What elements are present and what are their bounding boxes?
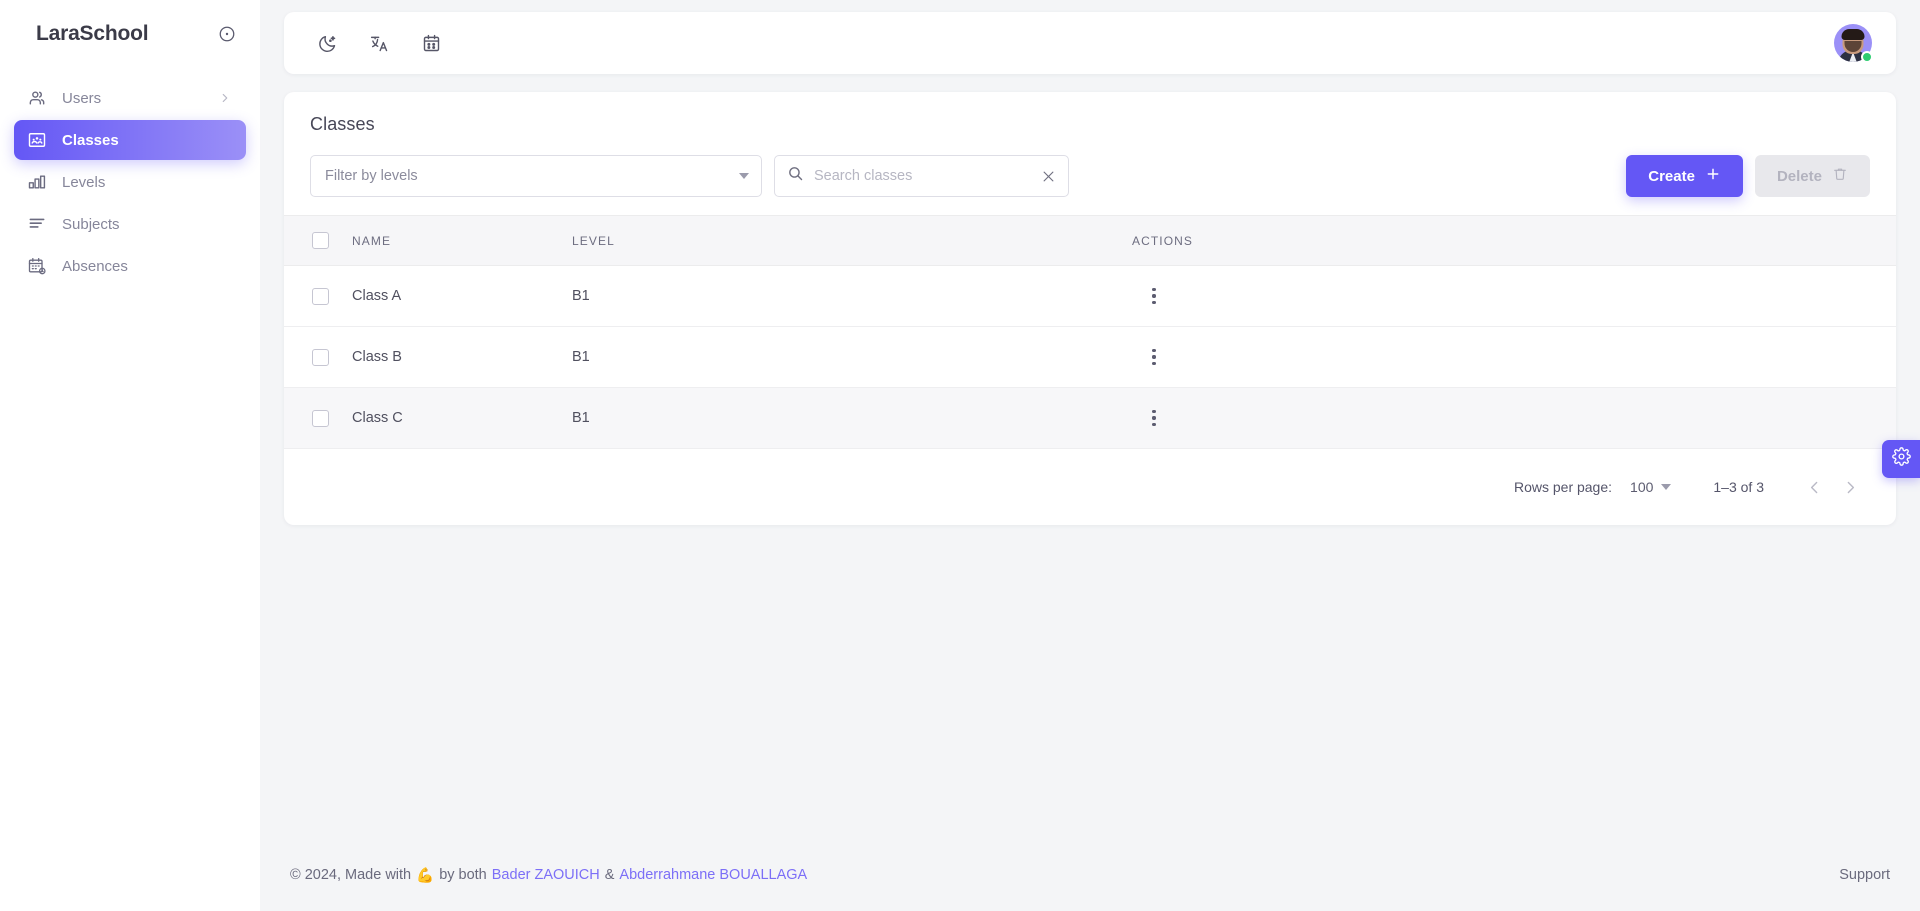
create-button[interactable]: Create: [1626, 155, 1743, 197]
cell-actions: [1132, 326, 1896, 388]
table-toolbar: Filter by levels Search classes Create D…: [284, 135, 1896, 215]
sidebar-item-levels[interactable]: Levels: [14, 162, 246, 202]
table-head: NAME LEVEL ACTIONS: [284, 215, 1896, 266]
cell-level: B1: [572, 326, 1132, 388]
classes-card: Classes Filter by levels Search classes …: [284, 92, 1896, 525]
brand-title: LaraSchool: [36, 22, 149, 45]
plus-icon: [1705, 166, 1721, 186]
select-all-checkbox[interactable]: [312, 232, 329, 249]
cell-name: Class C: [352, 387, 572, 449]
rows-per-page-select[interactable]: 100: [1630, 479, 1672, 495]
chevron-right-icon[interactable]: [1832, 469, 1868, 505]
cell-level: B1: [572, 387, 1132, 449]
footer-separator: &: [604, 867, 615, 883]
filter-by-levels-select[interactable]: Filter by levels: [310, 155, 762, 197]
search-icon: [787, 165, 804, 187]
footer-author-link-1[interactable]: Bader ZAOUICH: [492, 867, 600, 883]
topbar: [284, 12, 1896, 74]
column-header-name: NAME: [352, 215, 572, 266]
search-classes-box[interactable]: [774, 155, 1069, 197]
sidebar-item-label: Users: [62, 89, 102, 107]
calendar-clock-icon: [26, 255, 48, 277]
sidebar-item-label: Levels: [62, 173, 106, 191]
row-select-cell: [284, 265, 352, 327]
status-badge-online: [1861, 51, 1873, 63]
sidebar-item-label: Subjects: [62, 215, 120, 233]
settings-panel-toggle[interactable]: [1882, 440, 1920, 478]
cell-level: B1: [572, 265, 1132, 327]
main-area: Classes Filter by levels Search classes …: [260, 0, 1920, 911]
support-link[interactable]: Support: [1839, 867, 1890, 883]
rows-per-page-value: 100: [1630, 479, 1654, 495]
app-root: LaraSchool Users Classes Levels Subjects…: [0, 0, 1920, 911]
muscle-emoji: 💪: [416, 867, 435, 884]
filter-select-value: Filter by levels: [325, 168, 418, 184]
sidebar-item-subjects[interactable]: Subjects: [14, 204, 246, 244]
gear-icon: [1891, 447, 1911, 471]
footer-prefix: © 2024, Made with: [290, 867, 412, 883]
table-row[interactable]: Class A B1: [284, 265, 1896, 327]
row-select-cell: [284, 326, 352, 388]
row-actions-menu-icon[interactable]: [1142, 406, 1166, 430]
search-input[interactable]: [814, 168, 1031, 184]
row-checkbox[interactable]: [312, 287, 329, 305]
topbar-tools: [312, 28, 446, 58]
cell-actions: [1132, 265, 1896, 327]
footer-author-link-2[interactable]: Abderrahmane BOUALLAGA: [619, 867, 807, 883]
list-icon: [26, 213, 48, 235]
row-select-cell: [284, 387, 352, 449]
sidebar-item-absences[interactable]: Absences: [14, 246, 246, 286]
users-icon: [26, 87, 48, 109]
cell-name: Class A: [352, 265, 572, 327]
classroom-icon: [26, 129, 48, 151]
rows-per-page-label: Rows per page:: [1513, 479, 1613, 495]
pagination-range: 1–3 of 3: [1713, 479, 1764, 495]
close-icon[interactable]: [1041, 169, 1056, 184]
table-row[interactable]: Class B B1: [284, 326, 1896, 388]
sidebar-item-users[interactable]: Users: [14, 78, 246, 118]
create-button-label: Create: [1648, 167, 1695, 185]
column-header-actions: ACTIONS: [1132, 215, 1896, 266]
footer-credit: © 2024, Made with 💪 by both Bader ZAOUIC…: [290, 867, 807, 884]
sidebar-item-classes[interactable]: Classes: [14, 120, 246, 160]
sidebar-item-label: Classes: [62, 131, 119, 149]
page-title: Classes: [310, 114, 375, 134]
translate-icon[interactable]: [364, 28, 394, 58]
column-header-level: LEVEL: [572, 215, 1132, 266]
avatar[interactable]: [1834, 24, 1873, 63]
delete-button-label: Delete: [1776, 167, 1822, 185]
cell-actions: [1132, 387, 1896, 449]
cell-name: Class B: [352, 326, 572, 388]
row-checkbox[interactable]: [312, 409, 329, 427]
brand-row: LaraSchool: [0, 0, 260, 68]
chevron-left-icon[interactable]: [1796, 469, 1832, 505]
row-checkbox[interactable]: [312, 348, 329, 366]
table-header-row: NAME LEVEL ACTIONS: [284, 215, 1896, 266]
sidebar: LaraSchool Users Classes Levels Subjects…: [0, 0, 260, 911]
bar-chart-icon: [26, 171, 48, 193]
circle-dot-icon[interactable]: [216, 23, 238, 45]
trash-icon: [1832, 166, 1848, 186]
classes-table: NAME LEVEL ACTIONS Class A B1 Class B B1…: [284, 215, 1896, 449]
delete-button[interactable]: Delete: [1754, 155, 1870, 197]
sidebar-item-label: Absences: [62, 257, 128, 275]
table-row[interactable]: Class C B1: [284, 387, 1896, 449]
select-all-cell: [284, 215, 352, 266]
moon-icon[interactable]: [312, 28, 342, 58]
footer: © 2024, Made with 💪 by both Bader ZAOUIC…: [284, 849, 1896, 911]
pagination: Rows per page: 100 1–3 of 3: [284, 449, 1896, 525]
chevron-down-icon: [739, 173, 749, 179]
footer-middle: by both: [439, 867, 487, 883]
table-body: Class A B1 Class B B1 Class C B1: [284, 265, 1896, 449]
chevron-right-icon: [218, 91, 232, 105]
row-actions-menu-icon[interactable]: [1142, 345, 1166, 369]
sidebar-nav: Users Classes Levels Subjects Absences: [0, 78, 260, 286]
calendar-icon[interactable]: [416, 28, 446, 58]
chevron-down-icon: [1661, 484, 1672, 490]
row-actions-menu-icon[interactable]: [1142, 284, 1166, 308]
